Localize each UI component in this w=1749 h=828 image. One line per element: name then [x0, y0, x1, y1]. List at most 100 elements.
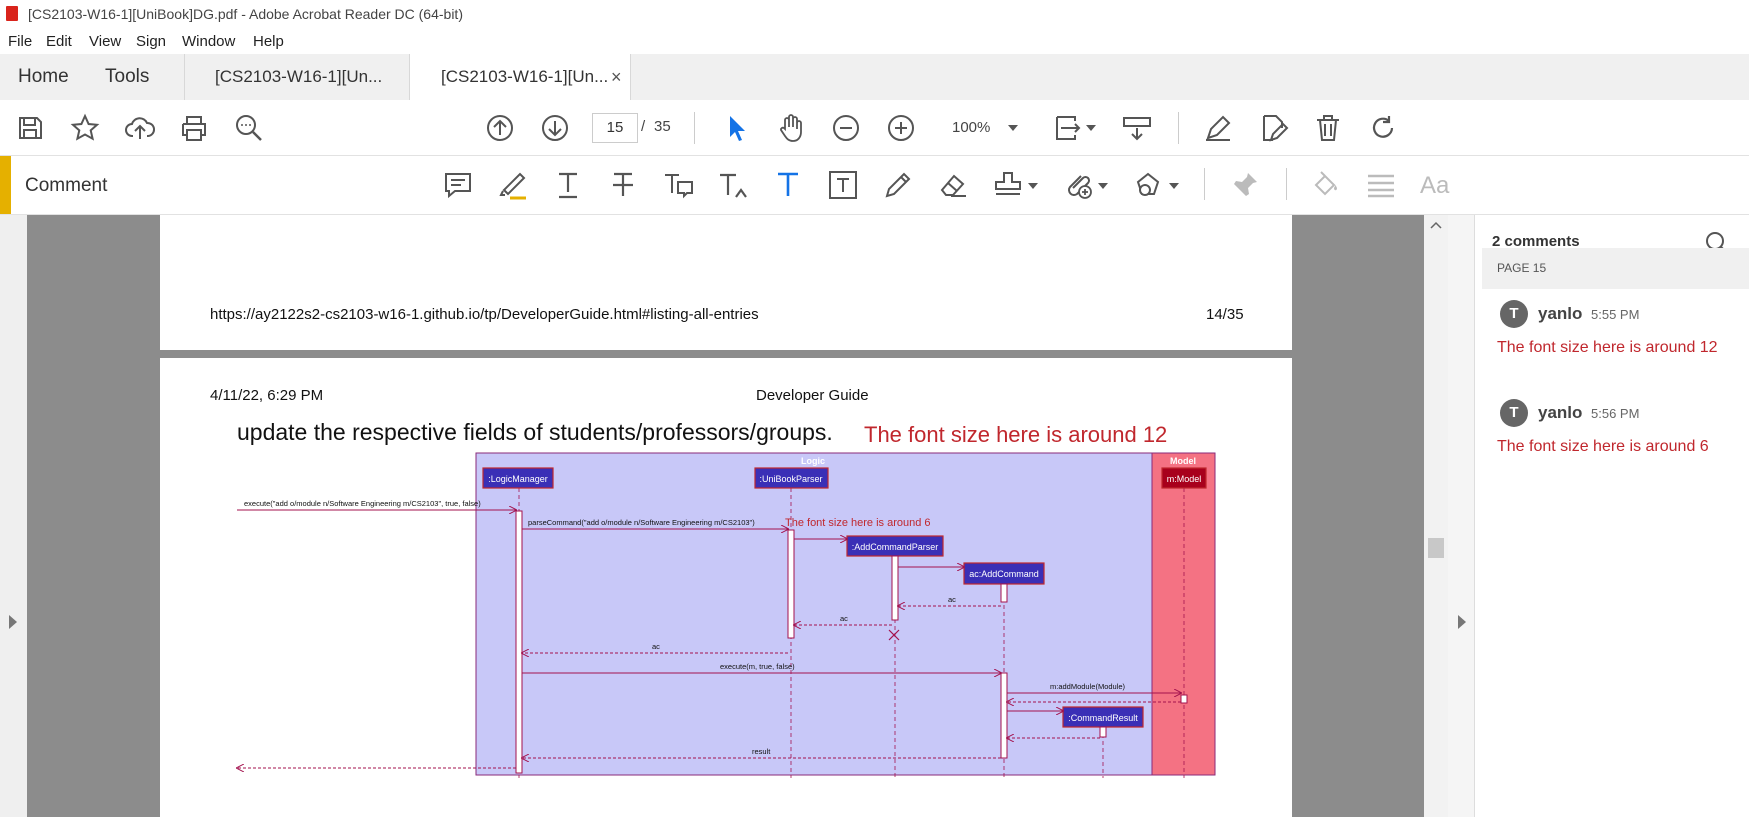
- shapes-icon[interactable]: [1132, 168, 1166, 202]
- replace-text-icon[interactable]: [661, 168, 695, 202]
- title-bar: [CS2103-W16-1][UniBook]DG.pdf - Adobe Ac…: [0, 0, 1749, 28]
- message-return-ac-1: ac: [948, 595, 956, 604]
- save-icon[interactable]: [14, 112, 46, 144]
- pdf-page-15: 4/11/22, 6:29 PM Developer Guide update …: [160, 358, 1292, 828]
- comment-author: yanlo: [1538, 403, 1583, 422]
- sequence-diagram: Logic Model :LogicManager :UniBookParser…: [160, 452, 1216, 778]
- avatar: T: [1500, 300, 1528, 328]
- stamp-icon[interactable]: [991, 168, 1025, 202]
- scroll-mode-icon[interactable]: [1121, 112, 1153, 144]
- chevron-down-icon: [1008, 125, 1018, 131]
- menu-edit[interactable]: Edit: [46, 33, 72, 50]
- cloud-upload-icon[interactable]: [124, 112, 156, 144]
- menu-bar: File Edit View Sign Window Help: [0, 28, 1749, 54]
- model-label: Model: [1170, 456, 1196, 466]
- menu-sign[interactable]: Sign: [136, 33, 166, 50]
- underline-text-icon[interactable]: [551, 168, 585, 202]
- pdf-page-14: https://ay2122s2-cs2103-w16-1.github.io/…: [160, 215, 1292, 350]
- edit-pdf-icon[interactable]: [1257, 112, 1289, 144]
- page-group-label: PAGE 15: [1497, 261, 1547, 275]
- message-result: result: [752, 747, 771, 756]
- expand-left-panel-icon[interactable]: [8, 615, 18, 629]
- page-fit-icon[interactable]: [1052, 112, 1084, 144]
- chevron-down-icon[interactable]: [1098, 182, 1108, 190]
- page-footer-url: https://ay2122s2-cs2103-w16-1.github.io/…: [210, 306, 759, 323]
- collapse-right-panel-icon[interactable]: [1457, 615, 1467, 629]
- fill-color-icon[interactable]: [1309, 168, 1343, 202]
- menu-view[interactable]: View: [89, 33, 121, 50]
- tab-document-2-label: [CS2103-W16-1][Un...: [441, 67, 609, 86]
- chevron-down-icon[interactable]: [1028, 182, 1038, 190]
- page-group-header: PAGE 15: [1482, 248, 1749, 289]
- annotation-font-6[interactable]: The font size here is around 6: [785, 517, 931, 529]
- delete-trash-icon[interactable]: [1312, 112, 1344, 144]
- eraser-icon[interactable]: [936, 168, 970, 202]
- comment-item[interactable]: T yanlo 5:55 PM The font size here is ar…: [1482, 297, 1749, 385]
- page-number-input[interactable]: 15: [592, 113, 638, 143]
- zoom-value: 100%: [952, 119, 991, 136]
- tab-tools[interactable]: Tools: [105, 54, 149, 100]
- tab-bar: Home Tools [CS2103-W16-1][Un... [CS2103-…: [0, 54, 1749, 101]
- pin-icon[interactable]: [1228, 168, 1262, 202]
- comment-tool-label: Comment: [25, 175, 108, 196]
- message-addmodule: m:addModule(Module): [1050, 682, 1126, 691]
- tab-document-1[interactable]: [CS2103-W16-1][Un...: [184, 54, 408, 100]
- tab-home[interactable]: Home: [18, 54, 69, 100]
- zoom-in-icon[interactable]: [885, 112, 917, 144]
- select-cursor-icon[interactable]: [720, 112, 752, 144]
- rotate-icon[interactable]: [1367, 112, 1399, 144]
- left-panel-toggle[interactable]: [0, 215, 27, 817]
- chevron-down-icon[interactable]: [1169, 182, 1179, 190]
- menu-help[interactable]: Help: [253, 33, 284, 50]
- strikethrough-text-icon[interactable]: [606, 168, 640, 202]
- tab-document-2[interactable]: [CS2103-W16-1][Un... ×: [409, 54, 631, 101]
- vertical-scrollbar[interactable]: [1424, 215, 1448, 817]
- text-size-icon[interactable]: Aa: [1420, 172, 1449, 200]
- comment-toolbar: Comment Aa: [0, 156, 1749, 215]
- comment-author: yanlo: [1538, 304, 1583, 323]
- zoom-out-icon[interactable]: [830, 112, 862, 144]
- highlight-icon[interactable]: [496, 168, 530, 202]
- pencil-draw-icon[interactable]: [881, 168, 915, 202]
- avatar: T: [1500, 399, 1528, 427]
- page-total: 35: [654, 118, 671, 135]
- zoom-select[interactable]: 100%: [942, 112, 1024, 144]
- print-icon[interactable]: [178, 112, 210, 144]
- insert-text-icon[interactable]: [716, 168, 750, 202]
- text-box-icon[interactable]: [826, 168, 860, 202]
- fill-sign-icon[interactable]: [1202, 112, 1234, 144]
- menu-window[interactable]: Window: [182, 33, 235, 50]
- sticky-note-icon[interactable]: [441, 168, 475, 202]
- participant-commandresult-label: :CommandResult: [1068, 713, 1138, 723]
- tab-document-1-label: [CS2103-W16-1][Un...: [215, 67, 383, 86]
- scroll-up-icon[interactable]: [1430, 221, 1442, 229]
- hand-tool-icon[interactable]: [775, 112, 807, 144]
- close-tab-icon[interactable]: ×: [611, 54, 622, 100]
- participant-addcommandparser-label: :AddCommandParser: [852, 542, 939, 552]
- toolbar-divider: [694, 112, 695, 144]
- attach-file-icon[interactable]: [1061, 168, 1095, 202]
- add-text-comment-icon[interactable]: [771, 168, 805, 202]
- chevron-down-icon[interactable]: [1086, 124, 1096, 132]
- comment-text: The font size here is around 12: [1497, 339, 1718, 356]
- message-execute: execute("add o/module n/Software Enginee…: [244, 499, 481, 508]
- scrollbar-thumb[interactable]: [1428, 538, 1444, 558]
- page-separator: /: [641, 118, 646, 135]
- comment-item[interactable]: T yanlo 5:56 PM The font size here is ar…: [1482, 396, 1749, 484]
- line-style-icon[interactable]: [1364, 168, 1398, 202]
- next-page-icon[interactable]: [539, 112, 571, 144]
- participant-unibookparser-label: :UniBookParser: [759, 474, 822, 484]
- bookmark-star-icon[interactable]: [69, 112, 101, 144]
- message-execute-model: execute(m, true, false): [720, 662, 795, 671]
- right-panel-toggle[interactable]: [1448, 215, 1474, 817]
- participant-logicmanager-label: :LogicManager: [488, 474, 548, 484]
- comment-time: 5:55 PM: [1591, 307, 1640, 322]
- message-return-ac-3: ac: [652, 642, 660, 651]
- find-text-icon[interactable]: [233, 112, 265, 144]
- comment-accent-bar: [0, 156, 11, 214]
- page-footer-number: 14/35: [1206, 306, 1244, 323]
- previous-page-icon[interactable]: [484, 112, 516, 144]
- comment-text: The font size here is around 6: [1497, 438, 1709, 455]
- menu-file[interactable]: File: [8, 33, 32, 50]
- comments-panel: 2 comments PAGE 15 T yanlo 5:55 PM The f…: [1474, 215, 1749, 817]
